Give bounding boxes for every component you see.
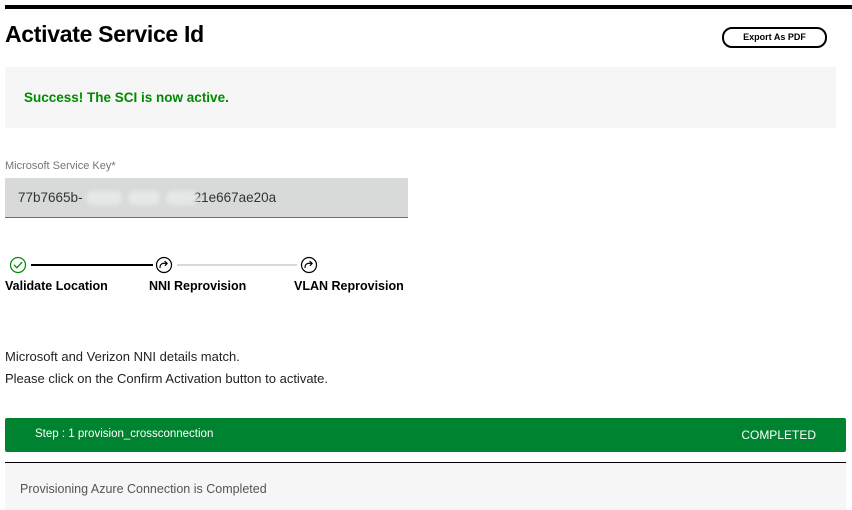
step-label-vlan-reprovision: VLAN Reprovision	[294, 279, 404, 293]
provision-detail-text: Provisioning Azure Connection is Complet…	[20, 482, 267, 496]
redaction-mask	[166, 191, 198, 205]
activate-service-page: Activate Service Id Export As PDF Succes…	[0, 0, 852, 510]
success-banner: Success! The SCI is now active.	[5, 67, 836, 128]
provision-step-header[interactable]: Step : 1 provision_crossconnection COMPL…	[5, 418, 846, 452]
header-divider	[5, 5, 852, 9]
redo-circle-icon	[155, 256, 173, 274]
success-message: Success! The SCI is now active.	[24, 90, 229, 105]
provision-step-status: COMPLETED	[741, 428, 816, 442]
step-connector-complete	[31, 264, 153, 266]
check-circle-icon	[9, 256, 27, 274]
redaction-mask	[128, 191, 160, 205]
activation-stepper: Validate Location NNI Reprovision VLAN R…	[5, 254, 445, 298]
provision-step-detail: Provisioning Azure Connection is Complet…	[5, 462, 846, 510]
redaction-mask	[86, 191, 122, 205]
page-title: Activate Service Id	[5, 21, 204, 47]
confirm-activation-instruction: Please click on the Confirm Activation b…	[5, 371, 329, 386]
nni-match-message: Microsoft and Verizon NNI details match.	[5, 349, 240, 364]
step-connector-pending	[177, 264, 297, 266]
provision-step-title: Step : 1 provision_crossconnection	[35, 428, 214, 440]
service-key-label: Microsoft Service Key*	[5, 160, 116, 172]
export-pdf-button[interactable]: Export As PDF	[722, 27, 827, 48]
redo-circle-icon	[300, 256, 318, 274]
service-key-field[interactable]	[5, 178, 408, 218]
step-label-nni-reprovision: NNI Reprovision	[149, 279, 247, 293]
step-label-validate-location: Validate Location	[5, 279, 108, 293]
